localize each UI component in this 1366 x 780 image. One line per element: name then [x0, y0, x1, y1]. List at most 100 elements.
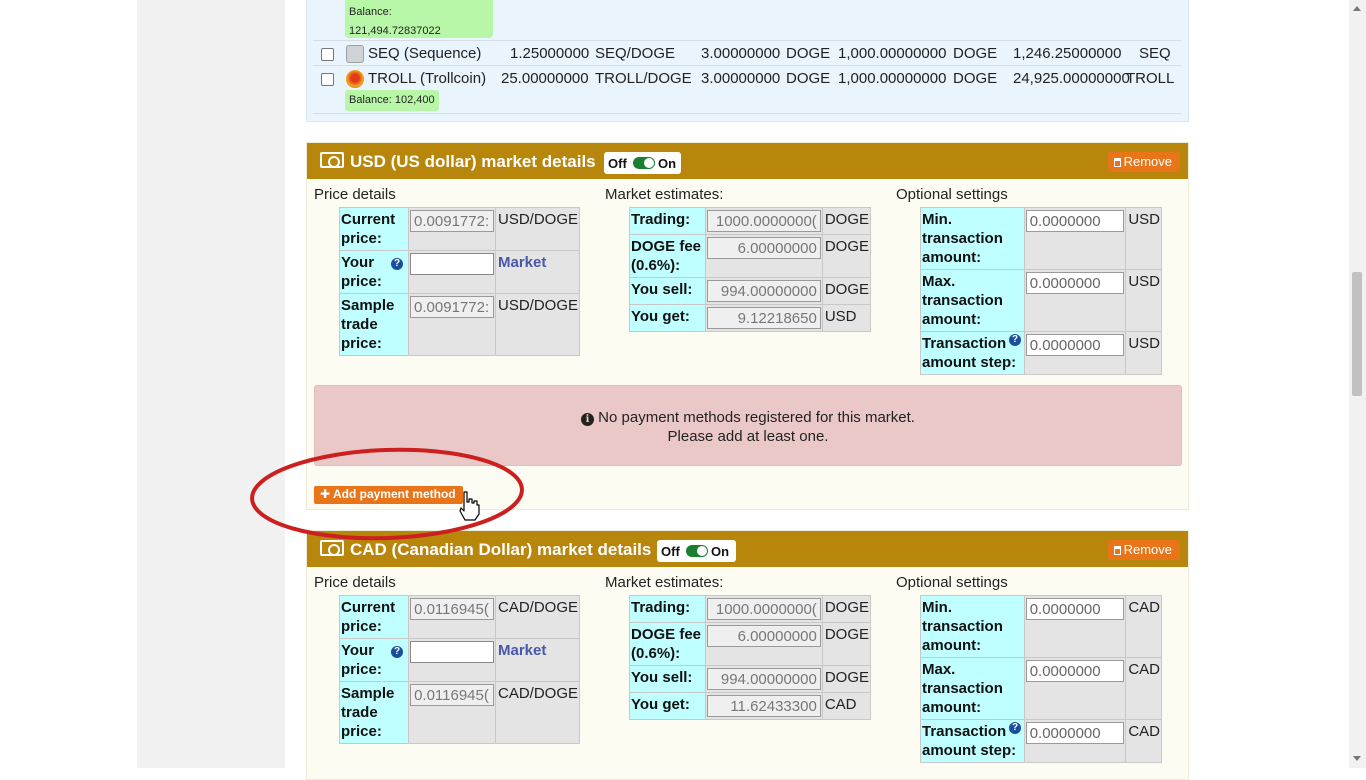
token-min: 1,000.00000000	[838, 70, 947, 87]
you-get-field: 9.12218650	[707, 307, 821, 329]
token-row-troll: TROLL (Trollcoin) 25.00000000 TROLL/DOGE…	[313, 66, 1181, 92]
token-amount: 1,246.25000000	[1013, 45, 1122, 62]
amount-step-input[interactable]: 0.0000000	[1025, 722, 1125, 744]
trading-unit: DOGE	[821, 207, 872, 235]
market-estimates-heading: Market estimates:	[605, 574, 724, 591]
amount-step-input[interactable]: 0.0000000	[1025, 334, 1125, 356]
usd-market-panel: USD (US dollar) market details Off On Re…	[306, 142, 1189, 510]
min-amount-input[interactable]: 0.0000000	[1025, 210, 1125, 232]
trading-label: Trading:	[628, 595, 707, 623]
help-icon[interactable]: ?	[1009, 334, 1021, 346]
no-payment-methods-alert: i No payment methods registered for this…	[314, 385, 1182, 466]
token-min-unit: DOGE	[953, 45, 998, 62]
fee-unit: DOGE	[821, 234, 872, 278]
balance-value: 121,494.72837022	[349, 25, 441, 37]
token-checkbox[interactable]	[321, 48, 334, 61]
you-sell-field: 994.00000000	[707, 668, 821, 690]
help-icon[interactable]: ?	[391, 258, 404, 270]
toggle-on-label: On	[658, 156, 677, 171]
toggle-switch-icon[interactable]	[633, 157, 655, 169]
remove-market-button[interactable]: Remove	[1107, 540, 1180, 560]
scroll-up-icon[interactable]	[1353, 6, 1361, 11]
sample-price-label: Sample trade price:	[338, 293, 410, 356]
market-header: USD (US dollar) market details Off On Re…	[307, 143, 1188, 179]
scrollbar-thumb[interactable]	[1352, 272, 1362, 396]
fee-unit: DOGE	[821, 622, 872, 666]
max-amount-input[interactable]: 0.0000000	[1025, 272, 1125, 294]
market-title: USD (US dollar) market details	[350, 152, 596, 171]
sample-price-field: 0.0116945(	[410, 684, 494, 706]
market-price-link[interactable]: Market	[498, 254, 546, 271]
current-price-field: 0.0116945(	[410, 598, 494, 620]
min-amount-input[interactable]: 0.0000000	[1025, 598, 1125, 620]
optional-settings-table: Min. transaction amount: 0.0000000 CAD M…	[920, 595, 1162, 763]
add-payment-label: Add payment method	[332, 487, 456, 501]
market-estimates-table: Trading: 1000.0000000( DOGE DOGE fee (0.…	[628, 207, 872, 332]
trash-icon	[1113, 158, 1121, 167]
trading-field: 1000.0000000(	[707, 598, 821, 620]
max-amount-input[interactable]: 0.0000000	[1025, 660, 1125, 682]
token-fee: 3.00000000	[701, 45, 781, 62]
remove-label: Remove	[1123, 154, 1172, 169]
left-side-panel	[137, 0, 285, 768]
toggle-off-label: Off	[608, 156, 627, 171]
info-icon: i	[581, 413, 594, 426]
amount-step-unit: CAD	[1125, 719, 1162, 763]
token-checkbox[interactable]	[321, 73, 334, 86]
trading-field: 1000.0000000(	[707, 210, 821, 232]
market-toggle[interactable]: Off On	[657, 540, 736, 562]
optional-settings-heading: Optional settings	[896, 186, 1008, 203]
troll-balance-badge: Balance: 102,400	[345, 90, 439, 111]
help-icon[interactable]: ?	[1009, 722, 1021, 734]
remove-label: Remove	[1123, 542, 1172, 557]
balance-badge: Balance: 121,494.72837022	[345, 0, 493, 38]
trading-unit: DOGE	[821, 595, 872, 623]
token-amount: 24,925.00000000	[1013, 70, 1130, 87]
max-amount-label: Max. transaction amount:	[920, 269, 1025, 332]
you-sell-field: 994.00000000	[707, 280, 821, 302]
trollcoin-icon	[346, 70, 364, 88]
optional-settings-table: Min. transaction amount: 0.0000000 USD M…	[920, 207, 1162, 375]
you-sell-label: You sell:	[628, 665, 707, 693]
current-price-unit: CAD/DOGE	[494, 595, 581, 639]
token-row-seq: SEQ (Sequence) 1.25000000 SEQ/DOGE 3.000…	[313, 40, 1181, 66]
money-bill-icon	[320, 152, 344, 168]
price-details-heading: Price details	[314, 574, 396, 591]
price-details-heading: Price details	[314, 186, 396, 203]
balance-label: Balance:	[349, 6, 392, 18]
page-margin-left	[0, 0, 137, 768]
price-details-table: Current price: 0.0091772: USD/DOGE ? Your…	[338, 207, 581, 356]
your-price-label: ? Your price:	[338, 638, 410, 682]
fee-field: 6.00000000	[707, 237, 821, 259]
token-name: SEQ (Sequence)	[368, 45, 482, 62]
market-price-link[interactable]: Market	[498, 642, 546, 659]
your-price-input[interactable]	[410, 641, 494, 663]
market-toggle[interactable]: Off On	[604, 152, 681, 174]
market-estimates-heading: Market estimates:	[605, 186, 724, 203]
scroll-down-icon[interactable]	[1353, 756, 1361, 761]
you-get-label: You get:	[628, 304, 707, 332]
price-details-table: Current price: 0.0116945( CAD/DOGE ? Your…	[338, 595, 581, 744]
current-price-label: Current price:	[338, 595, 410, 639]
your-price-input[interactable]	[410, 253, 494, 275]
alert-submessage: Please add at least one.	[667, 428, 829, 445]
token-min: 1,000.00000000	[838, 45, 947, 62]
min-amount-label: Min. transaction amount:	[920, 595, 1025, 658]
token-fee-unit: DOGE	[786, 45, 831, 62]
toggle-on-label: On	[711, 544, 730, 559]
market-header: CAD (Canadian Dollar) market details Off…	[307, 531, 1188, 567]
token-price: 1.25000000	[510, 45, 590, 62]
max-amount-unit: USD	[1125, 269, 1162, 332]
toggle-off-label: Off	[661, 544, 680, 559]
token-name: TROLL (Trollcoin)	[368, 70, 487, 87]
token-pair: TROLL/DOGE	[595, 70, 692, 87]
sample-price-field: 0.0091772:	[410, 296, 494, 318]
remove-market-button[interactable]: Remove	[1107, 152, 1180, 172]
help-icon[interactable]: ?	[391, 646, 404, 658]
add-payment-method-button[interactable]: ✚ Add payment method	[314, 486, 463, 504]
money-bill-icon	[320, 540, 344, 556]
toggle-switch-icon[interactable]	[686, 545, 708, 557]
token-amount-unit: SEQ	[1139, 45, 1171, 62]
fee-label: DOGE fee (0.6%):	[628, 622, 707, 666]
max-amount-label: Max. transaction amount:	[920, 657, 1025, 720]
